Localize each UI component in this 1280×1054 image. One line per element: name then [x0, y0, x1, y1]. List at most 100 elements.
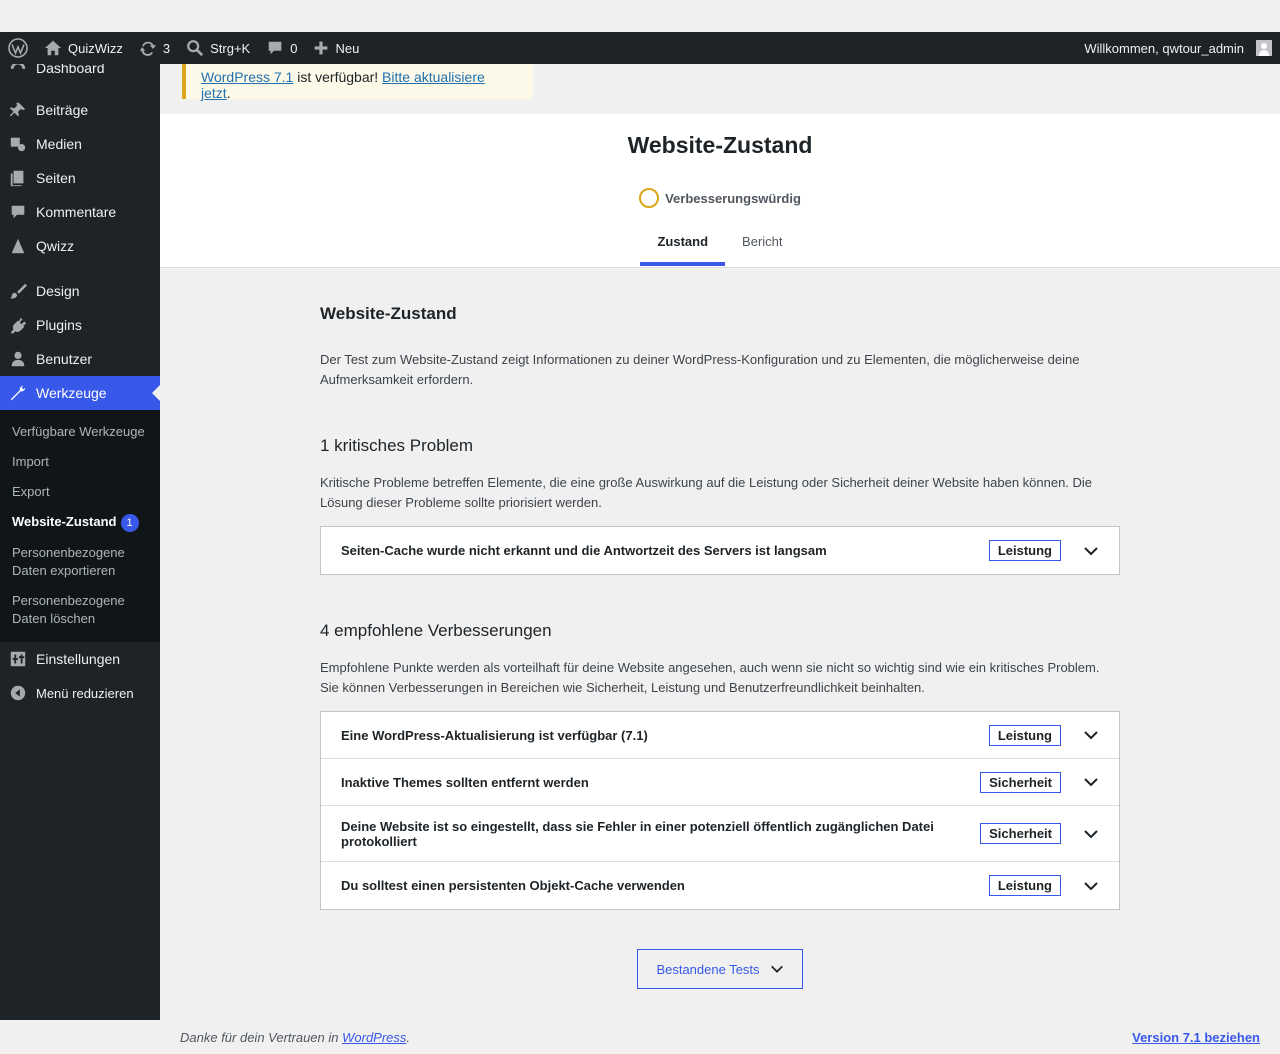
footer-thanks: Danke für dein Vertrauen in WordPress. — [180, 1030, 410, 1045]
sidebar-item-dashboard[interactable]: Dashboard — [0, 64, 160, 85]
wordpress-link[interactable]: WordPress — [342, 1030, 406, 1045]
tabs: Zustand Bericht — [160, 220, 1280, 266]
sidebar-item-label: Beiträge — [36, 102, 89, 118]
chevron-down-icon — [1084, 731, 1098, 740]
sidebar-item-label: Design — [36, 283, 80, 299]
sidebar-item-label: Qwizz — [36, 238, 75, 254]
dashboard-icon — [8, 64, 28, 78]
submenu-site-health[interactable]: Website-Zustand 1 — [0, 507, 160, 538]
sidebar-item-qwizz[interactable]: Qwizz — [0, 229, 160, 263]
tools-submenu: Verfügbare Werkzeuge Import Export Websi… — [0, 410, 160, 642]
pages-icon — [8, 168, 28, 188]
issue-badge: Sicherheit — [980, 771, 1061, 793]
comments-link[interactable]: 0 — [258, 32, 305, 64]
plugin-icon — [8, 315, 28, 335]
issue-item[interactable]: Du solltest einen persistenten Objekt-Ca… — [321, 862, 1119, 909]
collapse-icon — [8, 683, 28, 703]
updates-link[interactable]: 3 — [131, 32, 178, 64]
sidebar-item-label: Benutzer — [36, 351, 93, 367]
admin-sidebar: Dashboard Beiträge Medien Seiten Komment… — [0, 64, 160, 1020]
update-notice: WordPress 7.1 ist verfügbar! Bitte aktua… — [182, 64, 533, 101]
critical-description: Kritische Probleme betreffen Elemente, d… — [320, 475, 1093, 510]
intro-text: Der Test zum Website-Zustand zeigt Infor… — [320, 352, 1080, 387]
search-icon — [187, 40, 204, 57]
chevron-down-icon — [1084, 881, 1098, 890]
search-command[interactable]: Strg+K — [178, 32, 258, 64]
new-content-link[interactable]: Neu — [305, 32, 367, 64]
comment-icon — [268, 41, 282, 55]
issue-badge: Leistung — [988, 875, 1061, 896]
comments-count: 0 — [290, 40, 298, 56]
pin-icon — [8, 100, 28, 120]
sidebar-item-tools[interactable]: Werkzeuge — [0, 376, 160, 410]
recommended-description: Empfohlene Punkte werden als vorteilhaft… — [320, 660, 1100, 695]
notice-end: . — [226, 85, 231, 101]
health-status: Verbesserungswürdig — [160, 188, 1280, 208]
get-version-link[interactable]: Version 7.1 beziehen — [1132, 1030, 1260, 1045]
sidebar-item-pages[interactable]: Seiten — [0, 161, 160, 195]
collapse-menu-button[interactable]: Menü reduzieren — [0, 676, 160, 710]
issue-title: Deine Website ist so eingestellt, dass s… — [341, 818, 934, 849]
notice-text: ist verfügbar! — [293, 69, 383, 85]
sidebar-item-label: Seiten — [36, 170, 76, 186]
wordpress-version-link[interactable]: WordPress 7.1 — [201, 69, 293, 85]
recommended-issues-list: Eine WordPress-Aktualisierung ist verfüg… — [320, 711, 1120, 910]
site-name: QuizWizz — [68, 40, 123, 56]
footer-thanks-text: Danke für dein Vertrauen in — [180, 1029, 343, 1045]
sidebar-item-media[interactable]: Medien — [0, 127, 160, 161]
footer: Danke für dein Vertrauen in WordPress. V… — [160, 1020, 1280, 1054]
avatar — [1256, 40, 1272, 56]
issue-item[interactable]: Eine WordPress-Aktualisierung ist verfüg… — [321, 712, 1119, 759]
wrench-icon — [8, 383, 28, 403]
sidebar-item-label: Einstellungen — [36, 651, 121, 667]
wordpress-logo-button[interactable] — [0, 32, 36, 64]
passed-tests-button[interactable]: Bestandene Tests — [637, 949, 803, 989]
page-title: Website-Zustand — [627, 132, 813, 158]
greeting: Willkommen, qwtour_admin — [1084, 40, 1244, 56]
sidebar-item-settings[interactable]: Einstellungen — [0, 642, 160, 676]
wordpress-icon — [8, 38, 28, 58]
sidebar-item-label: Werkzeuge — [36, 385, 107, 401]
sidebar-item-label: Plugins — [36, 317, 82, 333]
brush-icon — [8, 281, 28, 301]
critical-title: 1 kritisches Problem — [320, 436, 474, 455]
issue-item[interactable]: Seiten-Cache wurde nicht erkannt und die… — [321, 527, 1119, 574]
search-shortcut: Strg+K — [210, 40, 251, 56]
section-title: Website-Zustand — [320, 304, 457, 323]
submenu-export[interactable]: Export — [0, 477, 160, 507]
site-name-link[interactable]: QuizWizz — [36, 32, 131, 64]
health-status-label: Verbesserungswürdig — [665, 190, 801, 206]
qwizz-icon — [8, 236, 28, 256]
sidebar-item-label: Menü reduzieren — [36, 685, 134, 701]
sidebar-item-posts[interactable]: Beiträge — [0, 93, 160, 127]
comment-icon — [8, 202, 28, 222]
settings-icon — [8, 649, 28, 669]
submenu-site-health-label: Website-Zustand — [12, 514, 117, 529]
media-icon — [8, 134, 28, 154]
issue-item[interactable]: Deine Website ist so eingestellt, dass s… — [321, 806, 1119, 862]
sidebar-item-plugins[interactable]: Plugins — [0, 308, 160, 342]
main-content: WordPress 7.1 ist verfügbar! Bitte aktua… — [160, 64, 1280, 1054]
sidebar-item-label: Medien — [36, 136, 82, 152]
submenu-import[interactable]: Import — [0, 447, 160, 477]
admin-bar: QuizWizz 3 Strg+K 0 Neu Willkommen, qwto… — [0, 32, 1280, 64]
sidebar-item-label: Dashboard — [36, 64, 105, 76]
sidebar-item-design[interactable]: Design — [0, 274, 160, 308]
account-menu[interactable]: Willkommen, qwtour_admin — [1076, 32, 1280, 64]
home-icon — [44, 40, 62, 56]
tab-info[interactable]: Bericht — [725, 220, 799, 266]
issue-count-badge: 1 — [120, 514, 139, 532]
user-icon — [8, 349, 28, 369]
sidebar-item-comments[interactable]: Kommentare — [0, 195, 160, 229]
issue-badge: Leistung — [988, 724, 1061, 746]
issue-title: Du solltest einen persistenten Objekt-Ca… — [341, 878, 685, 893]
issue-badge: Sicherheit — [980, 823, 1061, 844]
submenu-erase-personal-data[interactable]: Personenbezogene Daten löschen — [0, 586, 160, 634]
sidebar-item-users[interactable]: Benutzer — [0, 342, 160, 376]
tab-status[interactable]: Zustand — [640, 220, 726, 266]
chevron-down-icon — [1084, 829, 1098, 838]
submenu-export-personal-data[interactable]: Personenbezogene Daten exportieren — [0, 538, 160, 586]
issue-item[interactable]: Inaktive Themes sollten entfernt werden … — [321, 759, 1119, 806]
issue-badge: Leistung — [988, 540, 1061, 561]
submenu-available-tools[interactable]: Verfügbare Werkzeuge — [0, 417, 160, 447]
